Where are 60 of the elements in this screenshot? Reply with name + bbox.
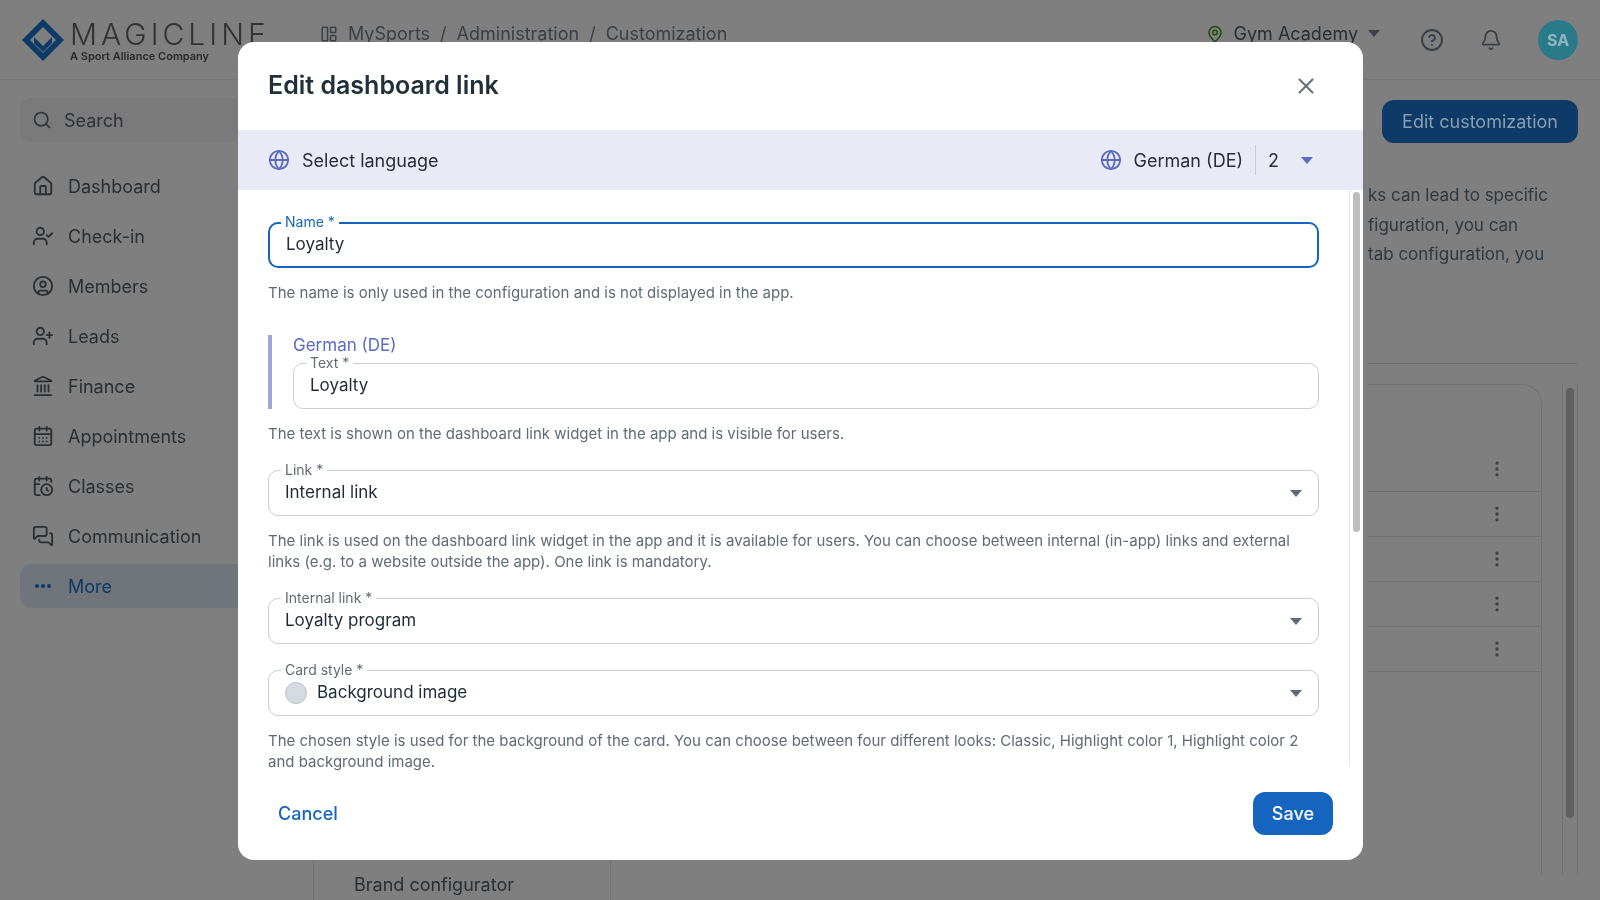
description-text: ks can lead to specific: [1368, 184, 1549, 207]
field-label: Card style *: [281, 662, 368, 678]
nav-item[interactable]: Members: [20, 264, 240, 308]
bank-icon: [32, 375, 54, 397]
caret-icon: [1301, 156, 1313, 164]
language-selector[interactable]: German (DE) 2: [1099, 145, 1313, 175]
notification-bell-icon[interactable]: [1480, 28, 1502, 51]
help-text: The text is shown on the dashboard link widget in the app and is visible for users.: [268, 423, 846, 444]
field-label: Internal link *: [281, 590, 377, 606]
nav-item[interactable]: Communication: [20, 514, 240, 558]
nav-item[interactable]: Appointments: [20, 414, 240, 458]
help-text: The chosen style is used for the background of the card. You can choose between four different looks: Classic, Highlight color 1, Highlight color 2 and background image.: [268, 730, 1300, 772]
field-label: Link *: [281, 462, 328, 478]
language-label: Select language: [302, 148, 439, 173]
user-check-icon: [32, 225, 54, 247]
style-swatch: [285, 682, 307, 704]
calendar-clock-icon: [32, 475, 54, 497]
location-pin-icon: [1205, 24, 1224, 43]
nav-item[interactable]: More: [20, 564, 240, 608]
logo-wordmark: MAGICLINE: [70, 17, 270, 50]
logo-tagline: A Sport Alliance Company: [70, 49, 211, 62]
globe-icon: [268, 149, 290, 171]
user-avatar[interactable]: SA: [1538, 19, 1578, 60]
chat-icon: [32, 525, 54, 547]
save-button[interactable]: Save: [1252, 791, 1333, 835]
help-text: The name is only used in the configuration and is not displayed in the app.: [268, 282, 795, 303]
more-icon: [35, 584, 51, 588]
nav-item[interactable]: Finance: [20, 364, 240, 408]
scrollbar-thumb[interactable]: [1566, 387, 1574, 818]
logo-icon: [20, 16, 66, 63]
breadcrumb-separator: /: [589, 22, 596, 46]
breadcrumb-separator: /: [440, 22, 447, 46]
layout-icon[interactable]: [320, 24, 338, 43]
nav-item[interactable]: Check-in: [20, 214, 240, 258]
nav-item[interactable]: Classes: [20, 464, 240, 508]
user-circle-icon: [32, 275, 54, 297]
field-label: Name *: [281, 214, 339, 230]
nav-item[interactable]: Leads: [20, 314, 240, 358]
cancel-button[interactable]: Cancel: [268, 791, 348, 835]
house-icon: [32, 175, 54, 197]
description-text: tab configuration, you: [1368, 243, 1546, 266]
search-icon: [32, 110, 52, 130]
calendar-icon: [32, 425, 54, 447]
caret-icon: [1290, 489, 1302, 497]
edit-customization-button[interactable]: Edit customization: [1382, 100, 1578, 143]
search-field[interactable]: Search: [20, 98, 240, 142]
globe-icon: [1099, 149, 1122, 171]
section-heading: German (DE): [293, 335, 398, 355]
description-text: figuration, you can: [1368, 213, 1520, 237]
help-text: The link is used on the dashboard link widget in the app and it is available for users. You can choose between internal (in-app) links and external links (e.g. to a website outside the app). One link is mandatory.: [268, 530, 1291, 572]
caret-icon: [1290, 689, 1302, 697]
field-label: Text *: [306, 355, 354, 371]
help-icon[interactable]: [1420, 27, 1444, 52]
caret-icon: [1368, 30, 1380, 37]
sub-nav-item[interactable]: Brand configurator: [354, 871, 514, 898]
user-plus-icon: [32, 325, 54, 347]
caret-icon: [1290, 617, 1302, 625]
scrollbar-thumb[interactable]: [1353, 192, 1360, 532]
dialog-title: Edit dashboard link: [268, 69, 499, 103]
nav-item[interactable]: Dashboard: [20, 164, 240, 208]
